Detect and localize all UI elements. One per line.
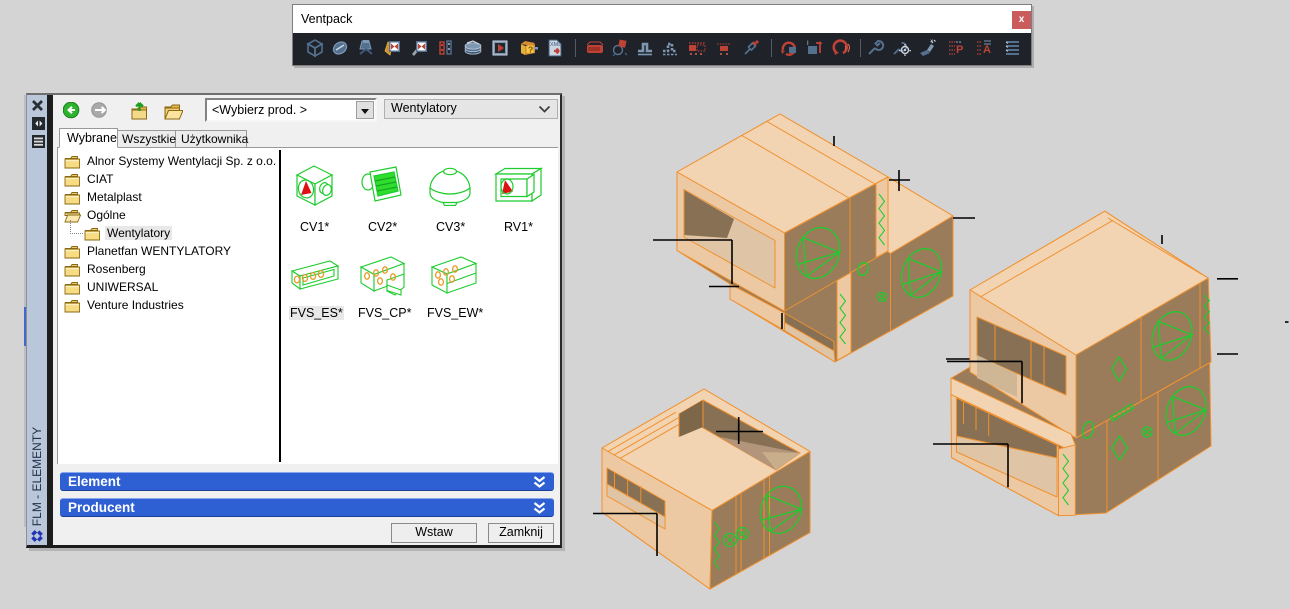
svg-text:×: × — [930, 39, 934, 45]
svg-text:A: A — [983, 44, 991, 56]
svg-text:P: P — [956, 44, 963, 56]
svg-text:XML: XML — [550, 42, 561, 48]
svg-text:?: ? — [528, 45, 533, 55]
